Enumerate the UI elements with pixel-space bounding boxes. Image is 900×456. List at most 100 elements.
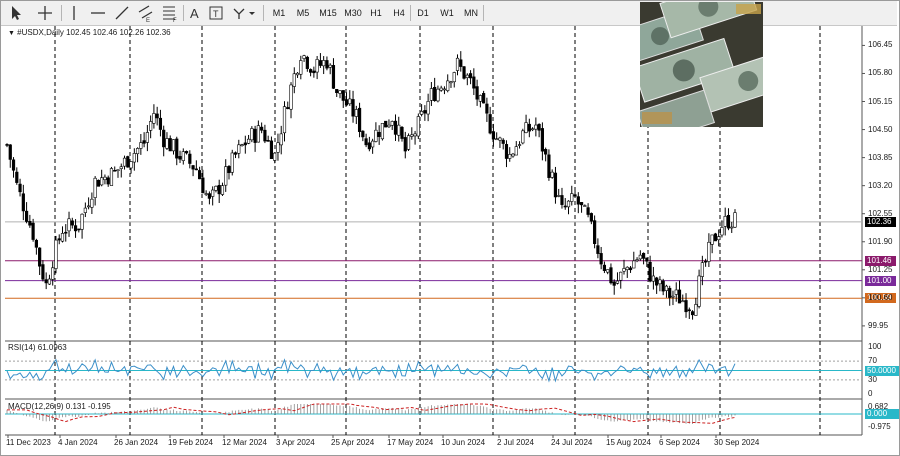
candle-body (403, 137, 407, 152)
candle-body (77, 228, 81, 231)
candle-body (266, 140, 270, 142)
candle-body (710, 234, 714, 245)
candle-body (191, 165, 195, 170)
candle-body (436, 88, 440, 102)
candle-body (579, 202, 584, 206)
candle-body (465, 74, 469, 78)
candle-body (70, 220, 74, 226)
candle-body (540, 128, 544, 152)
candle-body (122, 157, 127, 167)
candle-body (380, 123, 385, 140)
candle-body (312, 70, 316, 74)
candle-body (534, 124, 538, 130)
candle-body (648, 261, 652, 282)
candle-body (188, 153, 192, 164)
candle-body (573, 194, 577, 197)
chart-header: ▼ #USDX,Daily 102.45 102.46 102.26 102.3… (8, 28, 171, 39)
candle-body (116, 169, 120, 171)
candle-body (700, 262, 704, 277)
candle-body (658, 279, 662, 285)
time-axis-label: 6 Sep 2024 (659, 438, 700, 447)
candle-body (684, 300, 688, 313)
candle-body (139, 142, 143, 149)
candle-body (655, 277, 659, 286)
candle-body (374, 129, 378, 142)
candle-body (328, 64, 332, 68)
price-chart[interactable] (0, 0, 900, 456)
candle-body (557, 195, 561, 197)
time-axis-label: 15 Aug 2024 (606, 438, 651, 447)
candle-body (638, 254, 642, 260)
candle-body (491, 131, 496, 140)
candle-body (67, 218, 71, 232)
price-axis-label: 103.85 (868, 152, 893, 162)
chart-symbol-info: #USDX,Daily 102.45 102.46 102.26 102.36 (17, 28, 171, 37)
candle-body (612, 281, 616, 286)
candle-body (344, 99, 349, 106)
candle-body (194, 168, 198, 171)
candle-body (726, 214, 731, 229)
candle-body (113, 169, 117, 172)
candle-body (318, 60, 322, 66)
candle-body (168, 138, 172, 152)
candle-body (730, 226, 734, 229)
candle-body (132, 153, 136, 163)
candle-body (410, 134, 414, 137)
candle-body (80, 213, 84, 230)
candle-body (406, 135, 411, 150)
candle-body (485, 103, 489, 114)
candle-body (289, 84, 293, 110)
candle-body (47, 278, 52, 285)
candle-body (586, 207, 590, 215)
candle-body (90, 198, 94, 208)
candle-body (246, 138, 251, 144)
candle-body (44, 279, 48, 284)
candle-body (220, 185, 225, 195)
candle-body (155, 113, 159, 119)
price-axis-label: 104.50 (868, 124, 893, 134)
time-axis-label: 30 Sep 2024 (714, 438, 760, 447)
candle-body (240, 144, 244, 146)
candle-body (341, 90, 345, 101)
time-axis-label: 3 Apr 2024 (276, 438, 315, 447)
price-axis-label: 106.45 (868, 40, 893, 50)
candle-body (106, 177, 110, 185)
time-axis-label: 17 May 2024 (387, 438, 434, 447)
candle-body (459, 59, 463, 67)
rsi-axis-label: 100 (868, 342, 882, 351)
candle-body (211, 189, 215, 197)
candle-body (524, 122, 528, 133)
candle-body (309, 69, 313, 73)
candle-body (593, 220, 597, 244)
candle-body (11, 159, 16, 171)
candle-body (129, 161, 133, 169)
candle-body (674, 289, 678, 295)
candle-body (511, 153, 515, 157)
candle-body (720, 227, 724, 236)
candle-body (253, 128, 257, 143)
candle-body (227, 166, 231, 174)
collapse-triangle-icon[interactable]: ▼ (8, 30, 15, 37)
candle-body (21, 193, 25, 212)
candle-body (390, 121, 394, 126)
candle-body (566, 200, 571, 208)
level-price-tag: 101.00 (865, 275, 896, 286)
candle-body (397, 124, 401, 136)
candle-body (668, 287, 672, 298)
candle-body (24, 210, 29, 222)
candle-body (51, 267, 55, 280)
candle-body (681, 300, 685, 303)
candle-body (690, 311, 695, 316)
candle-body (64, 231, 68, 234)
candle-body (560, 195, 564, 205)
candle-body (498, 137, 502, 141)
candle-body (671, 295, 675, 298)
candle-body (694, 304, 698, 316)
candle-body (135, 148, 140, 155)
candle-body (475, 86, 479, 100)
candle-body (57, 238, 61, 241)
candle-body (677, 289, 682, 304)
candle-body (413, 133, 417, 137)
candle-body (733, 212, 737, 228)
candle-body (325, 60, 329, 69)
